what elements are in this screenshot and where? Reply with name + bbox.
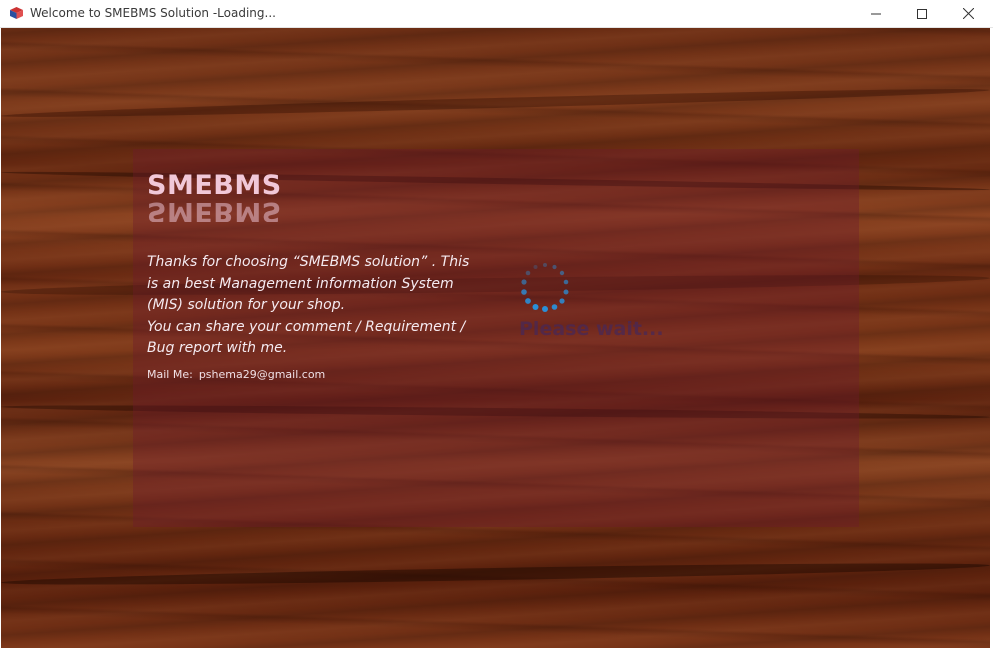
product-heading-reflection: SMEBMS	[147, 200, 282, 222]
contact-mail: Mail Me: pshema29@gmail.com	[147, 368, 325, 381]
product-heading: SMEBMS	[147, 170, 282, 201]
close-icon	[962, 8, 974, 19]
wood-grain	[1, 559, 990, 589]
welcome-message-line2: You can share your comment / Requirement…	[147, 318, 466, 357]
minimize-button[interactable]	[853, 0, 899, 27]
title-bar[interactable]: Welcome to SMEBMS Solution -Loading...	[0, 0, 993, 28]
welcome-message-line1: Thanks for choosing “SMEBMS solution” . …	[147, 254, 470, 313]
mail-label: Mail Me:	[147, 368, 193, 381]
mail-address: pshema29@gmail.com	[198, 368, 326, 381]
loading-text: Please wait...	[519, 318, 664, 340]
welcome-message: Thanks for choosing “SMEBMS solution” . …	[147, 252, 477, 360]
wood-grain	[1, 85, 990, 121]
maximize-icon	[917, 8, 927, 19]
maximize-button[interactable]	[899, 0, 945, 27]
minimize-icon	[871, 13, 881, 14]
window-title: Welcome to SMEBMS Solution -Loading...	[30, 6, 276, 20]
close-button[interactable]	[945, 0, 991, 27]
loading-spinner-icon	[521, 263, 569, 312]
app-cube-icon	[10, 7, 23, 19]
